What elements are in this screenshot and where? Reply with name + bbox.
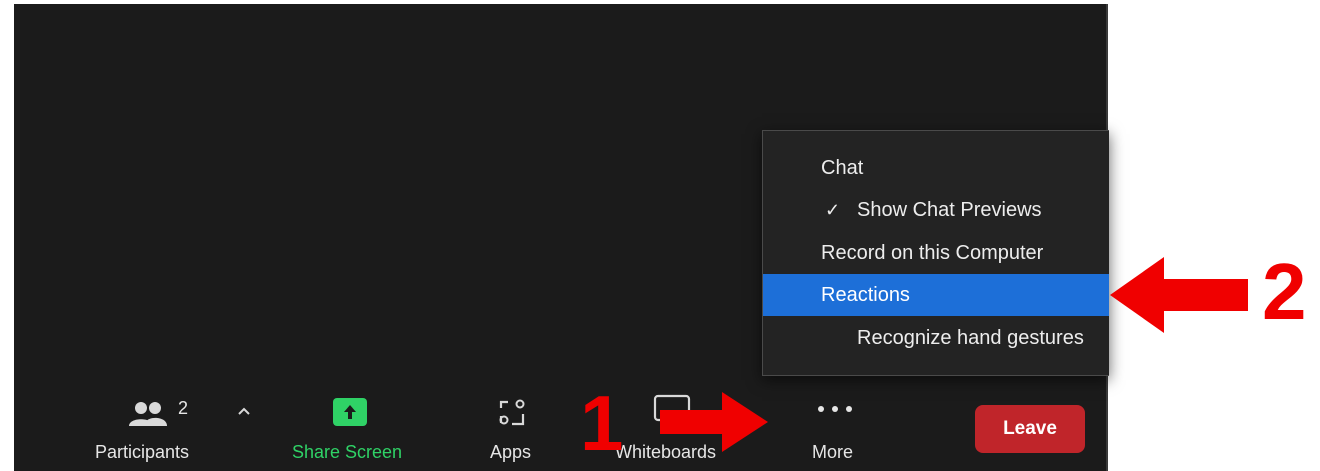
participants-count: 2 xyxy=(178,398,189,418)
menu-item-label: Record on this Computer xyxy=(821,242,1044,264)
checkmark-icon: ✓ xyxy=(825,200,841,220)
step-2-number: 2 xyxy=(1262,247,1307,336)
menu-item-reactions[interactable]: Reactions xyxy=(763,274,1109,316)
step-1-number: 1 xyxy=(580,379,624,467)
more-label: More xyxy=(812,442,854,462)
apps-button[interactable]: Apps xyxy=(480,390,550,471)
menu-item-label: Chat xyxy=(821,157,864,179)
more-icon xyxy=(818,406,852,412)
menu-item-record-on-computer[interactable]: Record on this Computer xyxy=(763,232,1109,274)
menu-item-label: Reactions xyxy=(821,284,910,306)
apps-label: Apps xyxy=(490,442,532,462)
participants-icon xyxy=(129,402,167,426)
participants-label: Participants xyxy=(95,442,190,462)
share-screen-button[interactable]: Share Screen xyxy=(285,390,425,471)
share-screen-label: Share Screen xyxy=(292,442,403,462)
menu-item-recognize-hand-gestures[interactable]: Recognize hand gestures xyxy=(763,317,1109,359)
step-2-arrow-icon xyxy=(1110,257,1248,333)
participants-button[interactable]: 2 Participants xyxy=(90,390,220,471)
step-1-arrow-icon xyxy=(660,392,768,452)
leave-button[interactable]: Leave xyxy=(975,405,1085,453)
menu-item-label: Show Chat Previews xyxy=(857,199,1042,221)
more-button[interactable]: More xyxy=(800,390,870,471)
menu-item-chat[interactable]: Chat xyxy=(763,147,1109,189)
participants-options-chevron-icon[interactable] xyxy=(236,404,252,418)
more-menu: Chat ✓ Show Chat Previews Record on this… xyxy=(762,130,1109,376)
left-margin xyxy=(0,0,14,471)
share-screen-icon xyxy=(333,398,367,426)
menu-item-label: Recognize hand gestures xyxy=(857,327,1084,349)
top-margin xyxy=(0,0,1108,4)
menu-item-show-chat-previews[interactable]: ✓ Show Chat Previews xyxy=(763,189,1109,231)
apps-icon xyxy=(499,399,525,426)
